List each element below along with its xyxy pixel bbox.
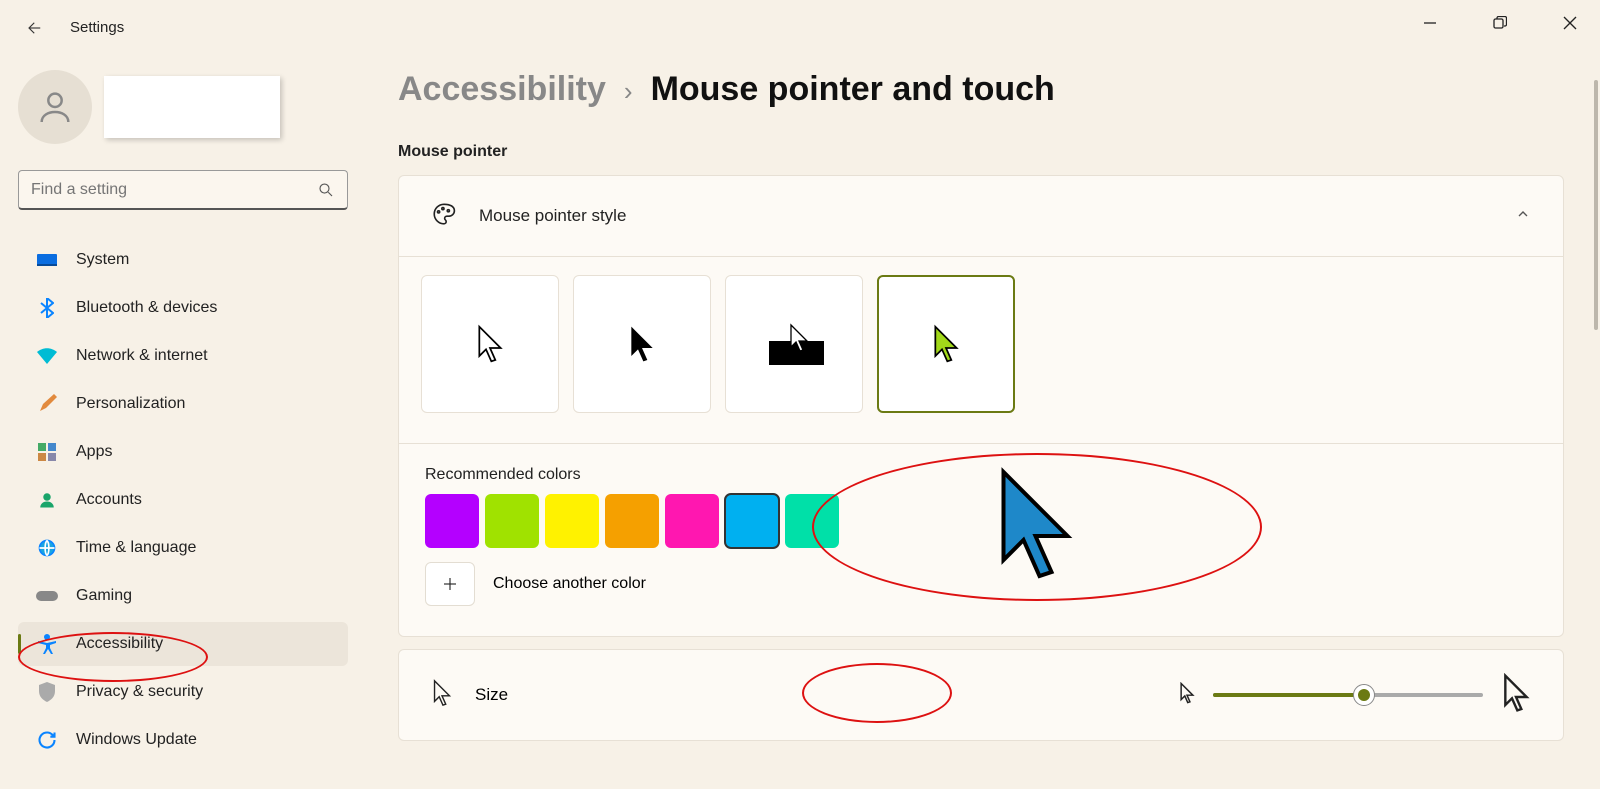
plus-icon: [441, 575, 459, 593]
profile-name: [104, 76, 280, 138]
sidebar-item-label: Time & language: [76, 539, 196, 557]
monitor-icon: [36, 249, 58, 271]
pointer-preview: [988, 464, 1083, 589]
minimize-button[interactable]: [1410, 8, 1450, 38]
pointer-style-custom[interactable]: [877, 275, 1015, 413]
sidebar-item-accounts[interactable]: Accounts: [18, 478, 348, 522]
section-mouse-pointer: Mouse pointer: [398, 143, 1564, 161]
choose-color-label: Choose another color: [493, 575, 646, 593]
sidebar-item-label: Accessibility: [76, 635, 163, 653]
swatch-yellow[interactable]: [545, 494, 599, 548]
breadcrumb: Accessibility › Mouse pointer and touch: [398, 70, 1564, 109]
swatch-teal[interactable]: [785, 494, 839, 548]
cursor-large-icon: [1501, 673, 1531, 718]
sidebar-item-personalization[interactable]: Personalization: [18, 382, 348, 426]
sidebar-item-gaming[interactable]: Gaming: [18, 574, 348, 618]
swatch-orange[interactable]: [605, 494, 659, 548]
sidebar-item-system[interactable]: System: [18, 238, 348, 282]
pointer-style-black[interactable]: [573, 275, 711, 413]
style-card-header[interactable]: Mouse pointer style: [399, 176, 1563, 256]
sidebar-item-label: Windows Update: [76, 731, 197, 749]
sidebar-item-label: Apps: [76, 443, 112, 461]
recommended-colors-label: Recommended colors: [425, 466, 1537, 484]
mouse-pointer-style-card: Mouse pointer style Recommended colors: [398, 175, 1564, 637]
vertical-scrollbar[interactable]: [1588, 70, 1598, 770]
search-field[interactable]: [31, 181, 317, 199]
sidebar-item-label: Gaming: [76, 587, 132, 605]
pointer-style-inverted[interactable]: [725, 275, 863, 413]
person-icon: [36, 489, 58, 511]
sidebar-item-apps[interactable]: Apps: [18, 430, 348, 474]
update-icon: [36, 729, 58, 751]
window-title: Settings: [70, 19, 124, 36]
size-slider[interactable]: [1213, 693, 1483, 697]
swatch-magenta[interactable]: [665, 494, 719, 548]
size-label: Size: [475, 685, 508, 705]
swatch-purple[interactable]: [425, 494, 479, 548]
sidebar-item-update[interactable]: Windows Update: [18, 718, 348, 762]
slider-thumb[interactable]: [1353, 684, 1375, 706]
sidebar-item-privacy[interactable]: Privacy & security: [18, 670, 348, 714]
brush-icon: [36, 393, 58, 415]
apps-icon: [36, 441, 58, 463]
choose-color-button[interactable]: [425, 562, 475, 606]
color-swatches: [425, 494, 1537, 548]
palette-icon: [431, 201, 457, 232]
cursor-icon: [431, 679, 453, 712]
accessibility-icon: [36, 633, 58, 655]
bluetooth-icon: [36, 297, 58, 319]
wifi-icon: [36, 345, 58, 367]
sidebar-item-label: Network & internet: [76, 347, 208, 365]
globe-icon: [36, 537, 58, 559]
pointer-style-white[interactable]: [421, 275, 559, 413]
search-icon: [317, 181, 335, 199]
page-title: Mouse pointer and touch: [651, 70, 1055, 109]
style-card-title: Mouse pointer style: [479, 206, 626, 226]
sidebar-item-label: Privacy & security: [76, 683, 203, 701]
shield-icon: [36, 681, 58, 703]
chevron-up-icon: [1515, 206, 1531, 227]
search-input[interactable]: [18, 170, 348, 210]
cursor-small-icon: [1179, 682, 1195, 709]
breadcrumb-parent[interactable]: Accessibility: [398, 70, 606, 109]
swatch-lime[interactable]: [485, 494, 539, 548]
sidebar-item-label: Personalization: [76, 395, 185, 413]
nav-list: System Bluetooth & devices Network & int…: [18, 238, 348, 762]
chevron-right-icon: ›: [624, 76, 633, 107]
sidebar-item-label: Bluetooth & devices: [76, 299, 217, 317]
sidebar-item-accessibility[interactable]: Accessibility: [18, 622, 348, 666]
sidebar-item-network[interactable]: Network & internet: [18, 334, 348, 378]
sidebar-item-label: Accounts: [76, 491, 142, 509]
gamepad-icon: [36, 585, 58, 607]
sidebar-item-bluetooth[interactable]: Bluetooth & devices: [18, 286, 348, 330]
profile-block[interactable]: [18, 70, 348, 144]
sidebar-item-label: System: [76, 251, 129, 269]
size-card: Size: [398, 649, 1564, 741]
close-button[interactable]: [1550, 8, 1590, 38]
sidebar-item-time[interactable]: Time & language: [18, 526, 348, 570]
avatar: [18, 70, 92, 144]
swatch-cyan[interactable]: [725, 494, 779, 548]
back-button[interactable]: [20, 13, 50, 43]
maximize-button[interactable]: [1480, 8, 1520, 38]
